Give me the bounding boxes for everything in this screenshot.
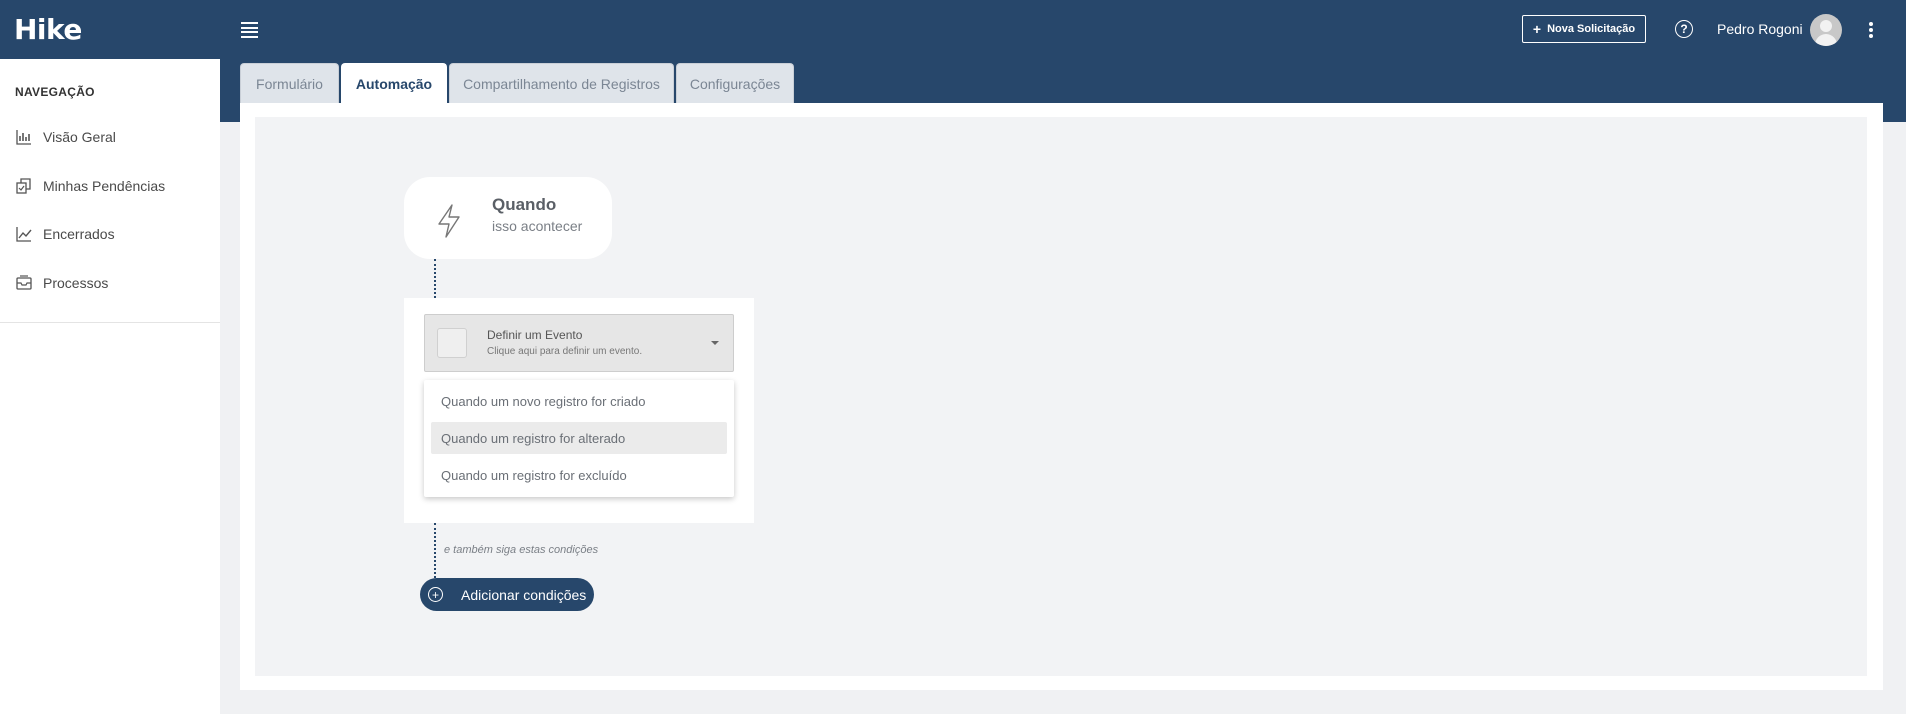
event-select[interactable]: Definir um Evento Clique aqui para defin… bbox=[424, 314, 734, 372]
app-logo[interactable]: Hike bbox=[14, 13, 82, 46]
flow-connector bbox=[434, 259, 436, 298]
event-option-deleted[interactable]: Quando um registro for excluído bbox=[431, 459, 727, 491]
trigger-title: Quando bbox=[492, 195, 557, 214]
trigger-subtitle: isso acontecer bbox=[492, 218, 583, 234]
menu-toggle-icon[interactable] bbox=[241, 22, 258, 38]
more-options-icon[interactable] bbox=[1869, 22, 1873, 40]
event-option-updated[interactable]: Quando um registro for alterado bbox=[431, 422, 727, 454]
tasks-icon bbox=[16, 178, 31, 194]
sidebar-item-minhas-pendencias[interactable]: Minhas Pendências bbox=[15, 174, 165, 198]
tab-automacao[interactable]: Automação bbox=[341, 63, 447, 104]
flow-connector bbox=[434, 523, 436, 578]
new-request-button[interactable]: + Nova Solicitação bbox=[1522, 15, 1646, 43]
event-icon-placeholder bbox=[437, 328, 467, 358]
plus-circle-icon: + bbox=[428, 587, 443, 602]
top-bar: Hike + Nova Solicitação ? Pedro Rogoni bbox=[0, 0, 1906, 59]
sidebar-item-label: Processos bbox=[43, 275, 109, 291]
tab-configuracoes[interactable]: Configurações bbox=[676, 63, 794, 103]
tab-compartilhamento[interactable]: Compartilhamento de Registros bbox=[449, 63, 674, 103]
event-select-title: Definir um Evento bbox=[487, 328, 583, 342]
trend-line-icon bbox=[16, 227, 32, 242]
avatar[interactable] bbox=[1810, 14, 1842, 46]
trigger-card[interactable]: Quando isso acontecer bbox=[404, 177, 612, 259]
inbox-icon bbox=[16, 275, 32, 290]
help-icon[interactable]: ? bbox=[1675, 20, 1693, 38]
conditions-hint: e também siga estas condições bbox=[444, 544, 599, 556]
user-name[interactable]: Pedro Rogoni bbox=[1717, 21, 1803, 37]
sidebar-item-processos[interactable]: Processos bbox=[15, 271, 108, 295]
plus-icon: + bbox=[1532, 21, 1542, 37]
new-request-label: Nova Solicitação bbox=[1547, 23, 1636, 35]
sidebar-divider bbox=[0, 322, 220, 323]
sidebar-item-visao-geral[interactable]: Visão Geral bbox=[15, 125, 116, 149]
add-conditions-button[interactable]: + Adicionar condições bbox=[420, 578, 594, 611]
sidebar-item-encerrados[interactable]: Encerrados bbox=[15, 222, 115, 246]
event-option-created[interactable]: Quando um novo registro for criado bbox=[431, 385, 727, 417]
sidebar-item-label: Encerrados bbox=[43, 226, 115, 242]
lightning-icon bbox=[438, 204, 460, 238]
event-dropdown: Quando um novo registro for criado Quand… bbox=[424, 380, 734, 497]
nav-title: NAVEGAÇÃO bbox=[15, 85, 95, 99]
tab-formulario[interactable]: Formulário bbox=[240, 63, 339, 103]
event-select-hint: Clique aqui para definir um evento. bbox=[487, 346, 643, 357]
sidebar-item-label: Visão Geral bbox=[43, 129, 116, 145]
sidebar-item-label: Minhas Pendências bbox=[43, 178, 166, 194]
chevron-down-icon bbox=[711, 341, 719, 345]
add-conditions-label: Adicionar condições bbox=[461, 586, 587, 603]
sidebar: NAVEGAÇÃO Visão Geral Minhas Pendências … bbox=[0, 59, 220, 714]
bar-chart-icon bbox=[16, 130, 31, 145]
